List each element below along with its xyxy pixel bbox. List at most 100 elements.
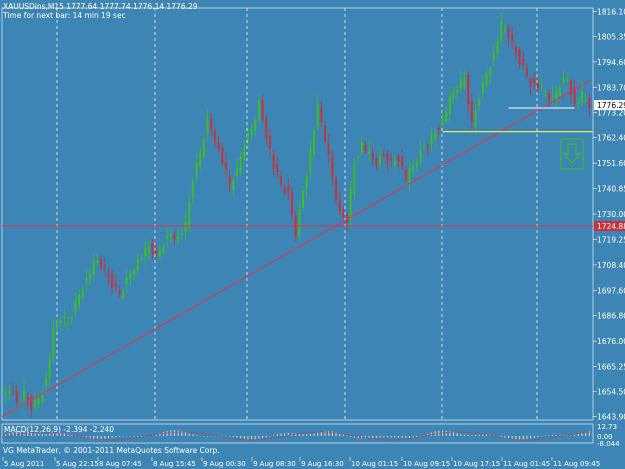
- candle-body: [246, 133, 249, 140]
- macd-tick-label: -8.044: [597, 440, 620, 448]
- plot-border: [1, 7, 594, 421]
- candle-body: [177, 235, 180, 240]
- candle-body: [59, 320, 62, 323]
- candle-body: [30, 396, 33, 411]
- candle-body: [566, 78, 569, 82]
- candle-body: [511, 34, 514, 42]
- candle-body: [195, 162, 198, 177]
- candle-body: [386, 153, 389, 163]
- candle-body: [316, 103, 319, 127]
- y-tick-label: 1654.50: [597, 388, 625, 397]
- candle-body: [584, 99, 587, 101]
- candle-body: [529, 78, 532, 87]
- candle-body: [426, 146, 429, 148]
- candle-body: [514, 46, 517, 55]
- candle-body: [331, 156, 334, 179]
- candle-body: [206, 117, 209, 133]
- candle-body: [140, 258, 143, 260]
- candle-body: [107, 273, 110, 278]
- x-tick-label: 11 Aug 01:45: [503, 460, 550, 468]
- candle-body: [100, 259, 103, 269]
- candle-body: [364, 145, 367, 152]
- macd-tick-label: 12.73: [597, 423, 617, 431]
- y-tick-label: 1676.00: [597, 337, 625, 346]
- candle-body: [78, 294, 81, 305]
- candle-body: [309, 148, 312, 172]
- candle-body: [401, 156, 404, 167]
- candle-body: [474, 110, 477, 128]
- candle-body: [379, 155, 382, 165]
- candle-body: [12, 391, 15, 393]
- candle-body: [276, 164, 279, 173]
- candle-body: [257, 101, 260, 120]
- candle-body: [254, 120, 257, 131]
- candles: [4, 12, 591, 417]
- candle-body: [507, 27, 510, 38]
- current-price-label: 1776.29: [597, 101, 625, 110]
- candle-body: [441, 117, 444, 125]
- candle-body: [496, 41, 499, 54]
- candle-body: [485, 73, 488, 86]
- candle-body: [272, 154, 275, 169]
- y-tick-label: 1805.35: [597, 33, 625, 42]
- candle-body: [85, 276, 88, 282]
- candle-body: [349, 188, 352, 220]
- candle-body: [34, 399, 37, 407]
- x-tick-label: 5 Aug 22:15: [56, 460, 99, 468]
- candle-body: [268, 135, 271, 149]
- candle-body: [489, 67, 492, 77]
- candle-body: [467, 75, 470, 105]
- x-tick-label: 9 Aug 08:30: [253, 460, 296, 468]
- candle-body: [122, 290, 125, 298]
- candle-body: [357, 157, 360, 159]
- y-tick-label: 1783.70: [597, 84, 625, 93]
- candle-body: [67, 322, 70, 324]
- candle-body: [166, 235, 169, 239]
- candle-body: [287, 186, 290, 192]
- candle-body: [129, 274, 132, 280]
- candle-body: [305, 174, 308, 190]
- timer-line: Time for next bar: 14 min 19 sec: [3, 11, 126, 20]
- support-price-label: 1724.88: [597, 222, 625, 231]
- candle-body: [525, 68, 528, 77]
- candle-body: [338, 199, 341, 212]
- candle-body: [320, 107, 323, 123]
- candle-body: [393, 160, 396, 166]
- candle-body: [45, 377, 48, 386]
- x-tick-label: 5 Aug 2011: [4, 460, 44, 468]
- y-tick-label: 1730.00: [597, 210, 625, 219]
- candle-body: [503, 29, 506, 31]
- candle-body: [224, 161, 227, 170]
- candle-body: [279, 176, 282, 186]
- candle-body: [547, 93, 550, 100]
- x-tick-label: 8 Aug 15:45: [153, 460, 196, 468]
- candle-body: [144, 247, 147, 257]
- candle-body: [390, 159, 393, 161]
- candle-body: [283, 188, 286, 194]
- candle-body: [533, 78, 536, 83]
- candle-body: [63, 316, 66, 319]
- y-tick-label: 1740.85: [597, 184, 625, 193]
- candle-body: [290, 193, 294, 215]
- candle-body: [136, 259, 139, 271]
- candle-body: [8, 390, 11, 394]
- candle-body: [298, 209, 301, 237]
- candle-body: [375, 158, 378, 166]
- candle-body: [70, 316, 73, 319]
- grid: [1, 7, 594, 421]
- candle-body: [162, 245, 165, 253]
- candle-body: [463, 77, 466, 87]
- candle-body: [569, 80, 572, 96]
- candle-body: [434, 132, 437, 141]
- chart: 1816.101805.351794.601783.701773.201762.…: [1, 7, 625, 468]
- candle-body: [217, 142, 220, 149]
- candle-body: [202, 139, 205, 156]
- candle-body: [353, 163, 356, 195]
- candle-body: [415, 162, 418, 167]
- candle-body: [470, 101, 473, 122]
- candle-body: [228, 176, 231, 185]
- candle-body: [481, 82, 484, 95]
- candle-body: [430, 134, 433, 144]
- candle-body: [180, 233, 183, 235]
- candle-body: [114, 283, 117, 287]
